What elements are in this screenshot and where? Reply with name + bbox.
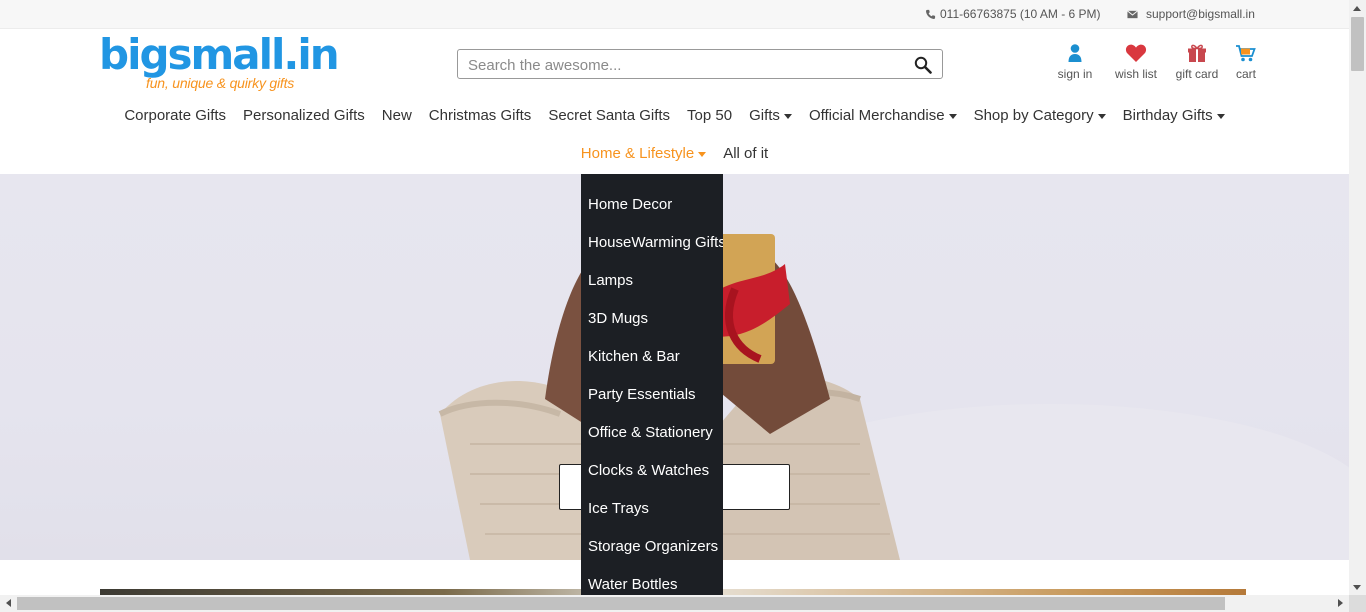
dropdown-item-housewarming-gifts[interactable]: HouseWarming Gifts bbox=[581, 224, 723, 262]
search-icon[interactable] bbox=[914, 56, 932, 74]
phone-contact[interactable]: 011-66763875 (10 AM - 6 PM) bbox=[925, 7, 1101, 21]
user-icon bbox=[1068, 44, 1082, 62]
gift-card-label: gift card bbox=[1175, 67, 1219, 81]
vertical-scrollbar[interactable] bbox=[1349, 0, 1366, 595]
dropdown-item-office-stationery[interactable]: Office & Stationery bbox=[581, 414, 723, 452]
dropdown-item-party-essentials[interactable]: Party Essentials bbox=[581, 376, 723, 414]
nav-christmas-gifts[interactable]: Christmas Gifts bbox=[429, 107, 532, 124]
nav-shop-by-category[interactable]: Shop by Category bbox=[974, 107, 1106, 124]
caret-down-icon bbox=[948, 113, 957, 119]
search-input[interactable] bbox=[468, 54, 898, 76]
scrollbar-corner bbox=[1349, 595, 1366, 612]
scroll-right-arrow-icon[interactable] bbox=[1338, 599, 1343, 607]
nav-birthday-gifts[interactable]: Birthday Gifts bbox=[1123, 107, 1225, 124]
scroll-left-arrow-icon[interactable] bbox=[6, 599, 11, 607]
dropdown-item-3d-mugs[interactable]: 3D Mugs bbox=[581, 300, 723, 338]
site-logo[interactable]: bigsmall.in fun, unique & quirky gifts bbox=[99, 30, 340, 93]
vertical-scroll-thumb[interactable] bbox=[1351, 17, 1364, 71]
dropdown-item-home-decor[interactable]: Home Decor bbox=[581, 186, 723, 224]
main-nav-row-2: Home & Lifestyle All of it bbox=[0, 145, 1349, 162]
nav-home-lifestyle[interactable]: Home & Lifestyle bbox=[581, 145, 707, 162]
dropdown-item-kitchen-bar[interactable]: Kitchen & Bar bbox=[581, 338, 723, 376]
cart-link[interactable]: cart bbox=[1226, 43, 1266, 81]
home-lifestyle-dropdown: Home Decor HouseWarming Gifts Lamps 3D M… bbox=[581, 174, 723, 595]
gift-card-link[interactable]: gift card bbox=[1170, 43, 1224, 81]
nav-personalized-gifts[interactable]: Personalized Gifts bbox=[243, 107, 365, 124]
email-address: support@bigsmall.in bbox=[1146, 7, 1255, 21]
nav-corporate-gifts[interactable]: Corporate Gifts bbox=[124, 107, 226, 124]
gift-icon bbox=[1188, 44, 1206, 62]
phone-number: 011-66763875 (10 AM - 6 PM) bbox=[940, 7, 1101, 21]
email-contact[interactable]: support@bigsmall.in bbox=[1126, 7, 1255, 21]
logo-tagline: fun, unique & quirky gifts bbox=[146, 75, 295, 91]
sign-in-label: sign in bbox=[1057, 67, 1093, 81]
caret-down-icon bbox=[783, 113, 792, 119]
nav-top-50[interactable]: Top 50 bbox=[687, 107, 732, 124]
caret-down-icon bbox=[1097, 113, 1106, 119]
wish-list-label: wish list bbox=[1114, 67, 1157, 81]
dropdown-item-ice-trays[interactable]: Ice Trays bbox=[581, 490, 723, 528]
wish-list-link[interactable]: wish list bbox=[1106, 43, 1166, 81]
caret-down-icon bbox=[698, 151, 707, 157]
dropdown-item-storage-organizers[interactable]: Storage Organizers bbox=[581, 528, 723, 566]
top-contact-bar: 011-66763875 (10 AM - 6 PM) support@bigs… bbox=[0, 0, 1349, 29]
nav-gifts[interactable]: Gifts bbox=[749, 107, 792, 124]
horizontal-scroll-thumb[interactable] bbox=[17, 597, 1225, 610]
logo-wordmark: bigsmall.in bbox=[99, 30, 340, 79]
nav-official-merchandise[interactable]: Official Merchandise bbox=[809, 107, 957, 124]
horizontal-scrollbar[interactable] bbox=[0, 595, 1349, 612]
scroll-down-arrow-icon[interactable] bbox=[1353, 585, 1361, 590]
cart-icon bbox=[1236, 45, 1256, 62]
phone-icon bbox=[925, 9, 936, 19]
dropdown-item-lamps[interactable]: Lamps bbox=[581, 262, 723, 300]
cart-label: cart bbox=[1235, 67, 1256, 81]
dropdown-item-water-bottles[interactable]: Water Bottles bbox=[581, 566, 723, 595]
search-bar bbox=[457, 49, 943, 79]
header-account-links: sign in wish list gift card cart bbox=[1050, 43, 1266, 81]
nav-new[interactable]: New bbox=[382, 107, 412, 124]
dropdown-item-clocks-watches[interactable]: Clocks & Watches bbox=[581, 452, 723, 490]
sign-in-link[interactable]: sign in bbox=[1050, 43, 1100, 81]
main-nav-row-1: Corporate Gifts Personalized Gifts New C… bbox=[0, 107, 1349, 124]
scroll-up-arrow-icon[interactable] bbox=[1353, 6, 1361, 11]
envelope-icon bbox=[1127, 9, 1138, 18]
nav-secret-santa-gifts[interactable]: Secret Santa Gifts bbox=[548, 107, 670, 124]
nav-all-of-it[interactable]: All of it bbox=[723, 145, 768, 162]
caret-down-icon bbox=[1216, 113, 1225, 119]
heart-icon bbox=[1125, 44, 1147, 62]
